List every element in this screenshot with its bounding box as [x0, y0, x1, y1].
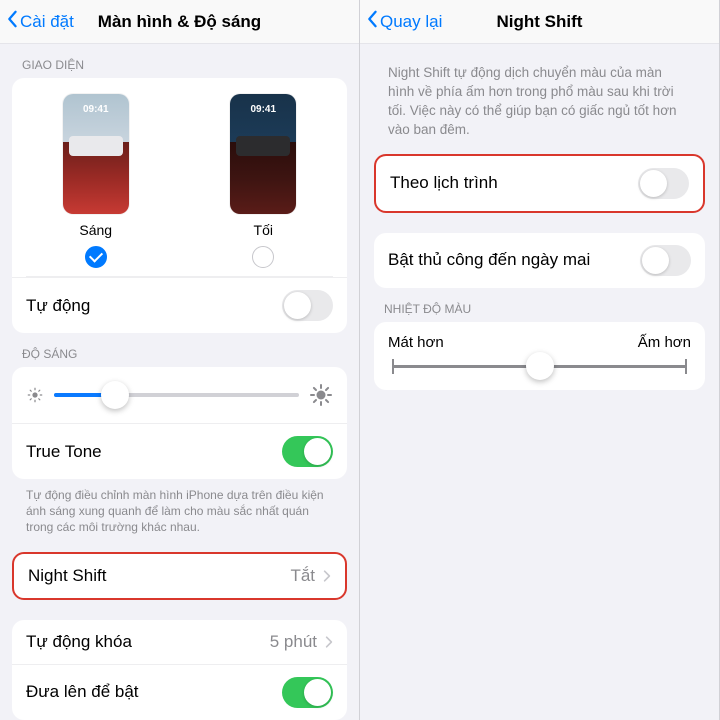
navbar-left: Cài đặt Màn hình & Độ sáng [0, 0, 359, 44]
nightshift-value: Tắt [290, 566, 315, 586]
navbar-right: Quay lại Night Shift [360, 0, 719, 44]
display-settings-pane: Cài đặt Màn hình & Độ sáng GIAO DIỆN 09:… [0, 0, 360, 720]
auto-appearance-row: Tự động [12, 277, 347, 333]
temp-cool-label: Mát hơn [388, 334, 444, 351]
appearance-card: 09:41 Sáng 09:41 Tối Tự động [12, 78, 347, 333]
truetone-toggle[interactable] [282, 436, 333, 467]
truetone-label: True Tone [26, 442, 102, 462]
manual-card: Bật thủ công đến ngày mai [374, 233, 705, 288]
back-button-settings[interactable]: Cài đặt [6, 10, 74, 33]
dark-preview-icon: 09:41 [230, 94, 296, 214]
schedule-toggle[interactable] [638, 168, 689, 199]
manual-label: Bật thủ công đến ngày mai [388, 250, 590, 270]
section-temp: NHIỆT ĐỘ MÀU [374, 288, 705, 322]
temp-warm-label: Ấm hơn [638, 334, 691, 351]
schedule-row: Theo lịch trình [376, 156, 703, 211]
dark-label: Tối [254, 222, 273, 238]
raise-to-wake-row: Đưa lên để bật [12, 664, 347, 720]
schedule-card: Theo lịch trình [374, 154, 705, 213]
temp-slider[interactable] [392, 365, 687, 368]
appearance-light-option[interactable]: 09:41 Sáng [63, 94, 129, 268]
brightness-slider-row [12, 367, 347, 423]
manual-toggle[interactable] [640, 245, 691, 276]
chevron-left-icon [6, 10, 18, 33]
nightshift-label: Night Shift [28, 566, 106, 586]
nightshift-settings-pane: Quay lại Night Shift Night Shift tự động… [360, 0, 720, 720]
brightness-slider[interactable] [54, 393, 299, 397]
autolock-label: Tự động khóa [26, 632, 132, 652]
back-button-nightshift[interactable]: Quay lại [366, 10, 442, 33]
truetone-note: Tự động điều chỉnh màn hình iPhone dựa t… [12, 479, 347, 540]
section-brightness: ĐỘ SÁNG [12, 333, 347, 367]
light-radio[interactable] [85, 246, 107, 268]
truetone-row: True Tone [12, 423, 347, 479]
light-label: Sáng [79, 222, 112, 238]
chevron-left-icon [366, 10, 378, 33]
auto-appearance-toggle[interactable] [282, 290, 333, 321]
back-label: Quay lại [380, 12, 442, 32]
manual-row: Bật thủ công đến ngày mai [374, 233, 705, 288]
nightshift-card: Night Shift Tắt [12, 552, 347, 600]
chevron-right-icon [323, 569, 331, 583]
appearance-dark-option[interactable]: 09:41 Tối [230, 94, 296, 268]
sun-min-icon [26, 386, 44, 404]
back-label: Cài đặt [20, 12, 74, 32]
auto-appearance-label: Tự động [26, 296, 90, 316]
raise-label: Đưa lên để bật [26, 682, 139, 702]
chevron-right-icon [325, 635, 333, 649]
nightshift-row[interactable]: Night Shift Tắt [14, 554, 345, 598]
light-preview-icon: 09:41 [63, 94, 129, 214]
dark-radio[interactable] [252, 246, 274, 268]
sun-max-icon [309, 383, 333, 407]
autolock-row[interactable]: Tự động khóa 5 phút [12, 620, 347, 664]
brightness-card: True Tone [12, 367, 347, 479]
raise-toggle[interactable] [282, 677, 333, 708]
temp-card: Mát hơn Ấm hơn [374, 322, 705, 390]
lock-card: Tự động khóa 5 phút Đưa lên để bật [12, 620, 347, 720]
section-appearance: GIAO DIỆN [12, 44, 347, 78]
nightshift-description: Night Shift tự động dịch chuyển màu của … [374, 44, 705, 154]
schedule-label: Theo lịch trình [390, 173, 498, 193]
autolock-value: 5 phút [270, 632, 317, 652]
